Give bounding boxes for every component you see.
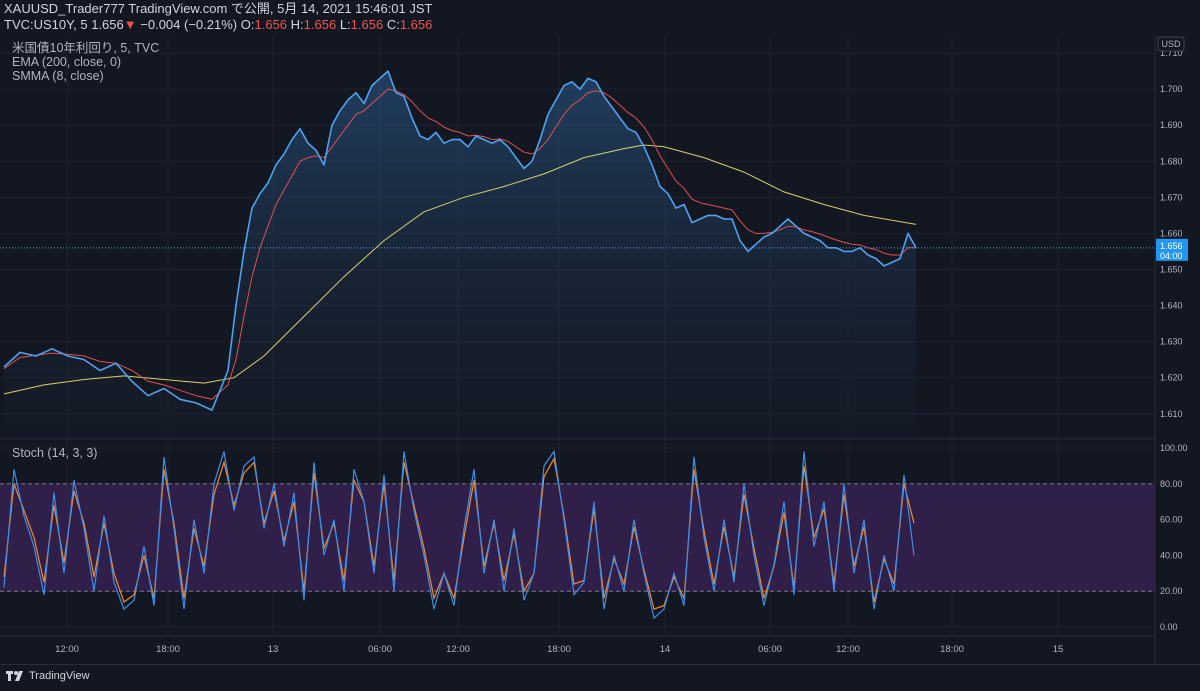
ohlc-line: TVC:US10Y, 5 1.656▼ −0.004 (−0.21%) O:1.… — [4, 17, 433, 33]
high-value: 1.656 — [303, 17, 337, 32]
time-tick-label: 13 — [268, 644, 279, 655]
chart-header: XAUUSD_Trader777 TradingView.com で公開, 5月… — [4, 1, 433, 33]
publish-line: XAUUSD_Trader777 TradingView.com で公開, 5月… — [4, 1, 433, 16]
time-tick-label: 12:00 — [836, 644, 860, 655]
close-label: C: — [386, 17, 400, 32]
tradingview-logo-icon — [6, 671, 23, 681]
stoch-tick-label: 80.00 — [1160, 479, 1183, 489]
time-tick-label: 14 — [660, 644, 671, 655]
time-tick-label: 15 — [1053, 644, 1064, 655]
price-tick-label: 1.610 — [1160, 409, 1183, 419]
indicator-legend: 米国債10年利回り, 5, TVC EMA (200, close, 0) SM… — [12, 41, 159, 83]
time-tick-label: 12:00 — [446, 644, 470, 655]
price-tick-label: 1.690 — [1160, 120, 1183, 130]
low-value: 1.656 — [350, 17, 384, 32]
chart-canvas[interactable]: 1.7101.7001.6901.6801.6701.6601.6501.640… — [0, 0, 1200, 664]
stoch-tick-label: 40.00 — [1160, 550, 1183, 560]
open-label: O: — [240, 17, 255, 32]
price-change: −0.004 (−0.21%) — [140, 17, 238, 32]
price-tick-label: 1.680 — [1160, 156, 1183, 166]
footer-bar: TradingView — [0, 664, 1200, 691]
time-tick-label: 06:00 — [368, 644, 392, 655]
open-value: 1.656 — [254, 17, 288, 32]
legend-smma[interactable]: SMMA (8, close) — [12, 69, 159, 83]
price-tick-label: 1.630 — [1160, 337, 1183, 347]
price-tick-label: 1.640 — [1160, 301, 1183, 311]
last-price: 1.656 — [91, 17, 124, 32]
time-tick-label: 06:00 — [758, 644, 782, 655]
countdown-label: 04:00 — [1160, 251, 1183, 261]
stoch-tick-label: 0.00 — [1160, 622, 1178, 632]
high-label: H: — [290, 17, 304, 32]
price-tick-label: 1.660 — [1160, 228, 1183, 238]
price-tick-label: 1.650 — [1160, 264, 1183, 274]
stoch-tick-label: 20.00 — [1160, 586, 1183, 596]
down-arrow-icon: ▼ — [123, 17, 137, 32]
footer-brand: TradingView — [29, 670, 90, 682]
legend-symbol[interactable]: 米国債10年利回り, 5, TVC — [12, 41, 159, 55]
price-tick-label: 1.700 — [1160, 84, 1183, 94]
time-tick-label: 18:00 — [940, 644, 964, 655]
time-tick-label: 12:00 — [55, 644, 79, 655]
legend-ema[interactable]: EMA (200, close, 0) — [12, 55, 159, 69]
stoch-tick-label: 60.00 — [1160, 515, 1183, 525]
tradingview-logo[interactable]: TradingView — [6, 669, 90, 683]
time-tick-label: 18:00 — [547, 644, 571, 655]
price-tick-label: 1.620 — [1160, 373, 1183, 383]
stoch-tick-label: 100.00 — [1160, 443, 1188, 453]
currency-label: USD — [1161, 39, 1181, 49]
stoch-legend[interactable]: Stoch (14, 3, 3) — [12, 446, 97, 460]
close-value: 1.656 — [399, 17, 433, 32]
time-tick-label: 18:00 — [156, 644, 180, 655]
low-label: L: — [339, 17, 351, 32]
price-tick-label: 1.670 — [1160, 192, 1183, 202]
symbol-interval: TVC:US10Y, 5 — [4, 17, 88, 32]
stoch-band-fill — [0, 483, 1155, 592]
last-price-label: 1.656 — [1160, 241, 1183, 251]
